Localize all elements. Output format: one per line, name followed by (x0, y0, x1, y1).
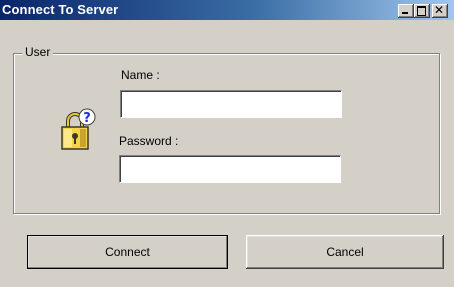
user-group-label: User (22, 45, 54, 59)
lock-key-help-icon: ? (61, 108, 96, 150)
cancel-button[interactable]: Cancel (246, 235, 444, 269)
maximize-icon (417, 6, 426, 16)
maximize-button[interactable] (414, 4, 430, 18)
svg-text:?: ? (83, 111, 91, 126)
password-label: Password : (119, 134, 179, 148)
connect-dialog: Connect To Server ✕ User ? Name : Passwo… (0, 0, 454, 287)
close-button[interactable]: ✕ (432, 3, 448, 18)
title-bar[interactable]: Connect To Server ✕ (0, 0, 454, 20)
close-icon: ✕ (434, 3, 445, 17)
name-field[interactable] (120, 90, 342, 118)
name-label: Name : (121, 68, 160, 82)
window-title: Connect To Server (2, 2, 119, 17)
minimize-button[interactable] (398, 4, 414, 18)
password-field[interactable] (119, 155, 341, 183)
minimize-icon (402, 12, 408, 14)
connect-button[interactable]: Connect (27, 235, 228, 269)
